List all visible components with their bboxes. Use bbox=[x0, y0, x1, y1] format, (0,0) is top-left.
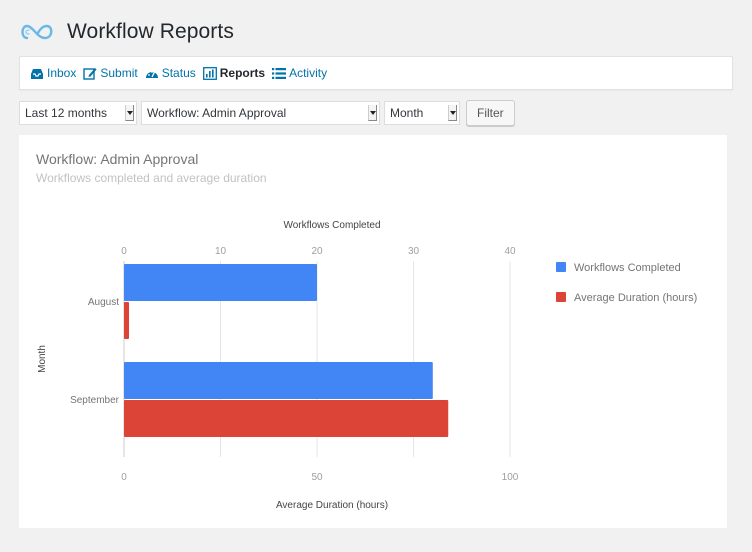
top-axis-tick-label: 20 bbox=[311, 246, 323, 257]
bottom-axis-tick-label: 0 bbox=[121, 472, 127, 483]
nav-bar: Inbox Submit Status Reports Activity bbox=[19, 56, 733, 90]
nav-item-submit[interactable]: Submit bbox=[83, 66, 138, 80]
bar-average-duration-hours--august bbox=[124, 302, 130, 339]
legend-swatch bbox=[556, 262, 566, 272]
nav-label: Submit bbox=[100, 66, 138, 80]
bar-workflows-completed-september bbox=[124, 362, 433, 399]
edit-icon bbox=[83, 67, 97, 80]
workflow-select-value: Workflow: Admin Approval bbox=[147, 106, 287, 120]
nav-item-reports[interactable]: Reports bbox=[202, 66, 266, 80]
workflow-logo-icon bbox=[21, 24, 53, 40]
category-label: September bbox=[70, 395, 120, 406]
chevron-down-icon[interactable] bbox=[125, 105, 134, 121]
period-select-value: Last 12 months bbox=[25, 106, 108, 120]
bar-workflows-completed-august bbox=[124, 264, 317, 301]
chevron-down-icon[interactable] bbox=[368, 105, 377, 121]
filter-button[interactable]: Filter bbox=[466, 100, 515, 126]
filter-bar: Last 12 months Workflow: Admin Approval … bbox=[19, 100, 515, 126]
nav-item-activity[interactable]: Activity bbox=[272, 66, 327, 80]
workflow-select[interactable]: Workflow: Admin Approval bbox=[141, 101, 380, 125]
chevron-down-icon[interactable] bbox=[448, 105, 457, 121]
y-axis-title: Month bbox=[37, 345, 48, 373]
nav-item-status[interactable]: Status bbox=[145, 66, 196, 80]
group-by-select-value: Month bbox=[390, 106, 424, 120]
category-label: August bbox=[88, 297, 119, 308]
group-by-select[interactable]: Month bbox=[384, 101, 460, 125]
nav-label: Inbox bbox=[47, 66, 77, 80]
top-axis-title: Workflows Completed bbox=[283, 220, 380, 231]
legend-label: Workflows Completed bbox=[574, 262, 681, 274]
bar-chart: 0 10 20 30 40 0 50 100 Workflows Completed Averag… bbox=[37, 220, 697, 511]
page-title: Workflow Reports bbox=[67, 20, 234, 43]
legend-label: Average Duration (hours) bbox=[574, 292, 697, 304]
nav-label: Status bbox=[161, 66, 196, 80]
nav-label: Activity bbox=[289, 66, 328, 80]
top-axis-tick-label: 40 bbox=[504, 246, 516, 257]
top-axis-tick-label: 10 bbox=[215, 246, 227, 257]
bottom-axis-tick-label: 100 bbox=[502, 472, 519, 483]
inbox-icon bbox=[31, 68, 43, 79]
period-select[interactable]: Last 12 months bbox=[19, 101, 137, 125]
bottom-axis-tick-label: 50 bbox=[311, 472, 323, 483]
nav-label: Reports bbox=[219, 66, 266, 80]
top-axis-tick-label: 0 bbox=[121, 246, 127, 257]
list-icon bbox=[272, 67, 287, 79]
bar-average-duration-hours--september bbox=[124, 400, 449, 437]
nav-item-inbox[interactable]: Inbox bbox=[30, 66, 76, 80]
top-axis-tick-label: 30 bbox=[408, 246, 420, 257]
dashboard-icon bbox=[145, 70, 158, 78]
bar-chart-icon bbox=[202, 66, 217, 80]
report-panel: Workflow: Admin Approval Workflows compl… bbox=[19, 135, 727, 528]
page-header: Workflow Reports bbox=[19, 16, 234, 48]
legend-swatch bbox=[556, 292, 566, 302]
bottom-axis-title: Average Duration (hours) bbox=[276, 500, 388, 511]
